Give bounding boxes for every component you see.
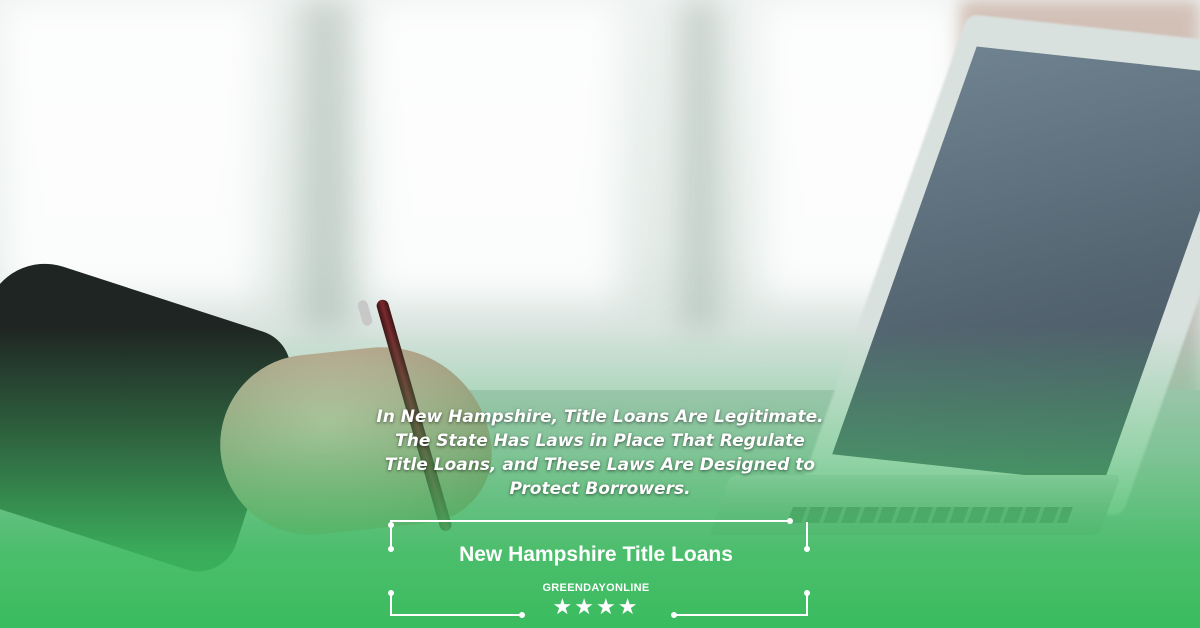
frame-dot [787,518,793,524]
frame-dot [388,546,394,552]
frame-dot [804,546,810,552]
star-icon: ★ [574,595,596,620]
banner-title: New Hampshire Title Loans [459,543,733,566]
frame-top-line [392,520,790,522]
star-icon: ★ [596,595,618,620]
frame-right-line [806,522,808,548]
rating-stars: ★★★★ [496,594,696,622]
frame-dot [388,522,394,528]
background-photo [0,0,1200,628]
brand-name: GREENDAYONLINE [542,582,650,594]
green-gradient-overlay [0,0,1200,628]
star-icon: ★ [552,595,575,620]
star-icon: ★ [617,595,640,620]
banner-caption: In New Hampshire, Title Loans Are Legiti… [376,407,824,499]
frame-dot [804,590,810,596]
frame-dot [388,590,394,596]
